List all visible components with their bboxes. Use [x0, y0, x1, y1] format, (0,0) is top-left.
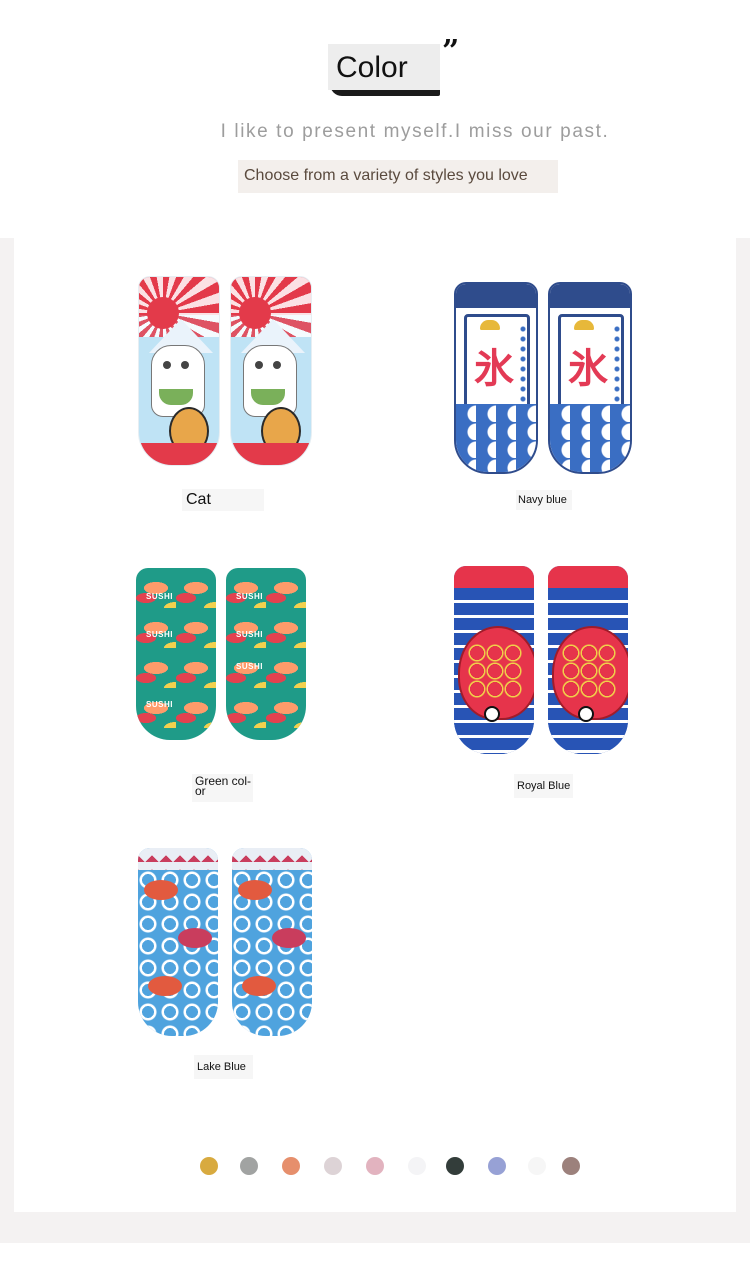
color-swatch[interactable]	[240, 1157, 258, 1175]
color-swatch[interactable]	[446, 1157, 464, 1175]
product-label-green-color: Green col- or	[192, 774, 253, 802]
product-navy-blue[interactable]: 氷 氷	[454, 282, 634, 474]
sock-left	[454, 566, 534, 754]
sock-left	[138, 276, 220, 466]
product-lake-blue[interactable]	[138, 848, 318, 1038]
title-badge: Color ”	[328, 34, 459, 100]
product-cat[interactable]	[138, 276, 318, 466]
color-swatch[interactable]	[324, 1157, 342, 1175]
sock-right: SUSHI SUSHI SUSHI	[226, 568, 306, 740]
color-swatch[interactable]	[282, 1157, 300, 1175]
sock-right	[230, 276, 312, 466]
tagline-box: Choose from a variety of styles you love	[238, 160, 558, 193]
color-swatch[interactable]	[562, 1157, 580, 1175]
sock-right	[548, 566, 628, 754]
product-royal-blue[interactable]	[454, 566, 634, 756]
color-swatch[interactable]	[488, 1157, 506, 1175]
product-label-cat: Cat	[182, 489, 264, 511]
product-panel: Cat 氷 氷 Navy blue SUSHI SUSHI SUSHI SUSH…	[14, 238, 736, 1212]
header: Color ” I like to present myself.I miss …	[0, 0, 750, 240]
sock-left	[138, 848, 218, 1036]
product-label-royal-blue: Royal Blue	[514, 774, 573, 798]
page-title: Color	[336, 51, 408, 84]
color-swatch[interactable]	[408, 1157, 426, 1175]
sock-right: 氷	[548, 282, 632, 474]
sock-left: 氷	[454, 282, 538, 474]
sock-right	[232, 848, 312, 1036]
title-quote-mark: ”	[442, 34, 460, 69]
tagline: Choose from a variety of styles you love	[244, 167, 528, 184]
color-swatch[interactable]	[366, 1157, 384, 1175]
color-swatch[interactable]	[200, 1157, 218, 1175]
product-label-lake-blue: Lake Blue	[194, 1055, 253, 1079]
product-label-navy-blue: Navy blue	[516, 490, 572, 510]
sock-left: SUSHI SUSHI SUSHI	[136, 568, 216, 740]
product-green[interactable]: SUSHI SUSHI SUSHI SUSHI SUSHI SUSHI	[136, 568, 316, 748]
color-swatch-row	[0, 1157, 750, 1177]
color-swatch[interactable]	[528, 1157, 546, 1175]
subtitle: I like to present myself.I miss our past…	[220, 121, 610, 142]
